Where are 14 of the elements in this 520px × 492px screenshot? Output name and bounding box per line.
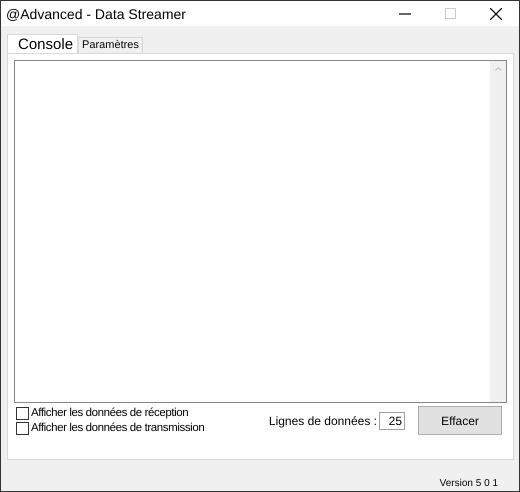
checkbox-label: Afficher les données de transmission: [31, 422, 204, 434]
checkbox[interactable]: [16, 422, 29, 434]
tab[interactable]: Console: [7, 34, 78, 53]
checkbox[interactable]: [16, 406, 29, 420]
version-label: Version 5 0 1: [440, 478, 498, 489]
close-icon[interactable]: [490, 8, 502, 20]
maximize-icon: [445, 8, 456, 19]
tab[interactable]: Paramètres: [78, 37, 143, 53]
data-lines-label: Lignes de données :: [268, 414, 377, 428]
scrollbar[interactable]: [490, 61, 507, 402]
data-lines-field[interactable]: 25: [379, 412, 405, 430]
checkbox-label: Afficher les données de réception: [31, 407, 188, 419]
clear-button[interactable]: Effacer: [418, 406, 502, 435]
window-title: @Advanced - Data Streamer: [6, 6, 186, 22]
